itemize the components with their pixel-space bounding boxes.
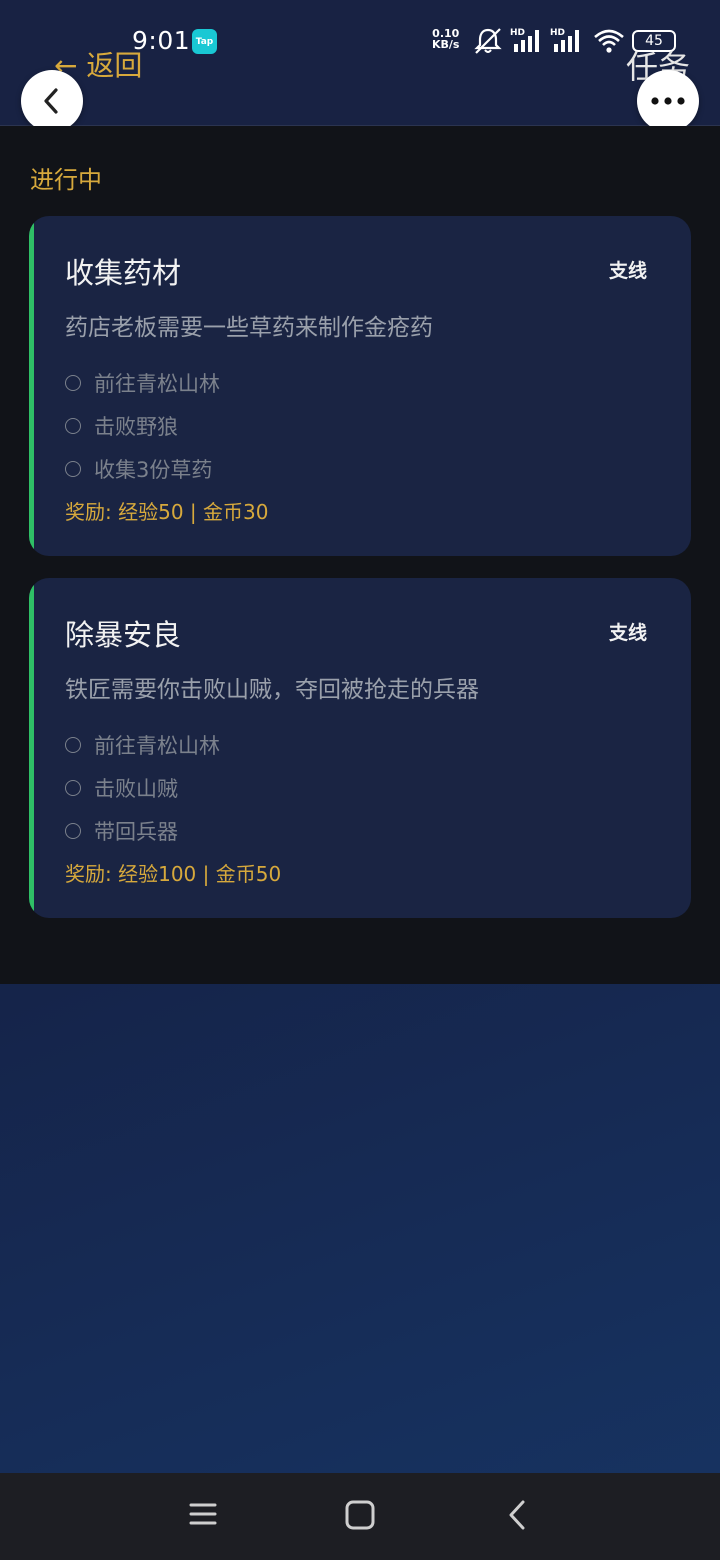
system-nav-bar — [0, 1473, 720, 1560]
objective-text: 击败山贼 — [94, 777, 178, 801]
quest-title: 除暴安良 — [65, 618, 182, 652]
objective-text: 带回兵器 — [94, 820, 178, 844]
quest-objective: 带回兵器 — [65, 816, 178, 846]
quest-objective: 前往青松山林 — [65, 730, 220, 760]
section-label: 进行中 — [30, 166, 102, 194]
quest-objective: 前往青松山林 — [65, 368, 220, 398]
signal-icon — [514, 30, 539, 52]
wifi-icon — [594, 29, 624, 53]
objective-circle-icon — [65, 461, 81, 477]
signal-icon-2 — [554, 30, 579, 52]
quest-objective: 击败山贼 — [65, 773, 178, 803]
objective-circle-icon — [65, 418, 81, 434]
net-speed-unit: KB/s — [432, 38, 460, 51]
quest-tag: 支线 — [608, 260, 647, 282]
home-icon[interactable] — [344, 1499, 376, 1531]
menu-icon[interactable] — [188, 1499, 218, 1529]
chevron-left-icon — [44, 88, 58, 114]
quest-reward: 奖励: 经验100 | 金币50 — [65, 862, 282, 886]
quest-description: 铁匠需要你击败山贼，夺回被抢走的兵器 — [65, 677, 479, 703]
objective-circle-icon — [65, 375, 81, 391]
app-root: 9:01 Tap 0.10 KB/s HD HD 45 ← 返回 任务 进行中 … — [0, 0, 720, 1560]
quest-objective: 击败野狼 — [65, 411, 178, 441]
quest-card[interactable]: 除暴安良 支线 铁匠需要你击败山贼，夺回被抢走的兵器 前往青松山林 击败山贼 带… — [29, 578, 691, 918]
more-options-button[interactable] — [637, 70, 699, 132]
quest-reward: 奖励: 经验50 | 金币30 — [65, 500, 269, 524]
objective-text: 击败野狼 — [94, 415, 178, 439]
objective-circle-icon — [65, 737, 81, 753]
tap-app-icon: Tap — [192, 29, 217, 54]
quest-title: 收集药材 — [65, 256, 182, 290]
quest-objective: 收集3份草药 — [65, 454, 212, 484]
objective-text: 前往青松山林 — [94, 734, 220, 758]
net-speed: 0.10 KB/s — [432, 28, 459, 50]
objective-circle-icon — [65, 780, 81, 796]
back-nav-icon[interactable] — [504, 1499, 530, 1531]
objective-circle-icon — [65, 823, 81, 839]
back-button[interactable] — [21, 70, 83, 132]
quest-list: 进行中 收集药材 支线 药店老板需要一些草药来制作金疮药 前往青松山林 击败野狼… — [0, 126, 720, 984]
more-icon — [651, 97, 685, 105]
header: 9:01 Tap 0.10 KB/s HD HD 45 ← 返回 任务 — [0, 0, 720, 132]
mute-icon — [474, 28, 502, 54]
quest-card[interactable]: 收集药材 支线 药店老板需要一些草药来制作金疮药 前往青松山林 击败野狼 收集3… — [29, 216, 691, 556]
objective-text: 前往青松山林 — [94, 372, 220, 396]
quest-description: 药店老板需要一些草药来制作金疮药 — [65, 315, 433, 341]
objective-text: 收集3份草药 — [94, 458, 213, 482]
quest-tag: 支线 — [608, 622, 647, 644]
